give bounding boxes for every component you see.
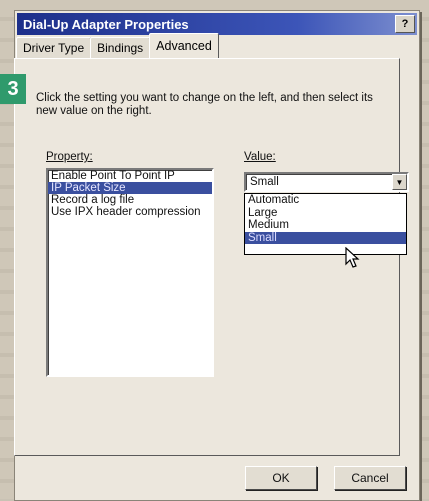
property-label: Property:: [46, 151, 93, 163]
property-item-record-log-file[interactable]: Record a log file: [48, 194, 212, 206]
value-option-small[interactable]: Small: [245, 231, 406, 244]
property-label-text: Property:: [46, 151, 93, 163]
tab-strip: Driver Type Bindings Advanced: [16, 33, 219, 58]
tab-bindings[interactable]: Bindings: [90, 37, 151, 58]
property-item-enable-ppp-ip[interactable]: Enable Point To Point IP: [48, 170, 212, 182]
value-dropdown[interactable]: Small ▼: [244, 172, 409, 192]
property-item-ipx-header-compression[interactable]: Use IPX header compression: [48, 206, 212, 218]
value-label-text: Value:: [244, 151, 276, 163]
instructions-text: Click the setting you want to change on …: [36, 92, 373, 117]
title-bar[interactable]: Dial-Up Adapter Properties ?: [17, 13, 417, 35]
step-badge: 3: [0, 74, 26, 104]
value-dropdown-list[interactable]: Automatic Large Medium Small: [244, 193, 407, 255]
ok-button[interactable]: OK: [245, 466, 317, 490]
value-dropdown-selected: Small: [250, 176, 279, 188]
cancel-button[interactable]: Cancel: [334, 466, 406, 490]
property-listbox[interactable]: Enable Point To Point IP IP Packet Size …: [46, 168, 214, 377]
value-label: Value:: [244, 151, 276, 163]
mouse-cursor-icon: [345, 247, 360, 268]
tab-driver-type[interactable]: Driver Type: [16, 37, 92, 58]
property-item-ip-packet-size[interactable]: IP Packet Size: [48, 182, 212, 194]
window-title: Dial-Up Adapter Properties: [23, 16, 189, 32]
help-button[interactable]: ?: [395, 15, 415, 33]
value-option-automatic[interactable]: Automatic: [245, 194, 406, 207]
value-option-large[interactable]: Large: [245, 207, 406, 220]
value-option-medium[interactable]: Medium: [245, 219, 406, 232]
chevron-down-icon[interactable]: ▼: [392, 174, 407, 190]
tab-advanced[interactable]: Advanced: [149, 33, 219, 58]
